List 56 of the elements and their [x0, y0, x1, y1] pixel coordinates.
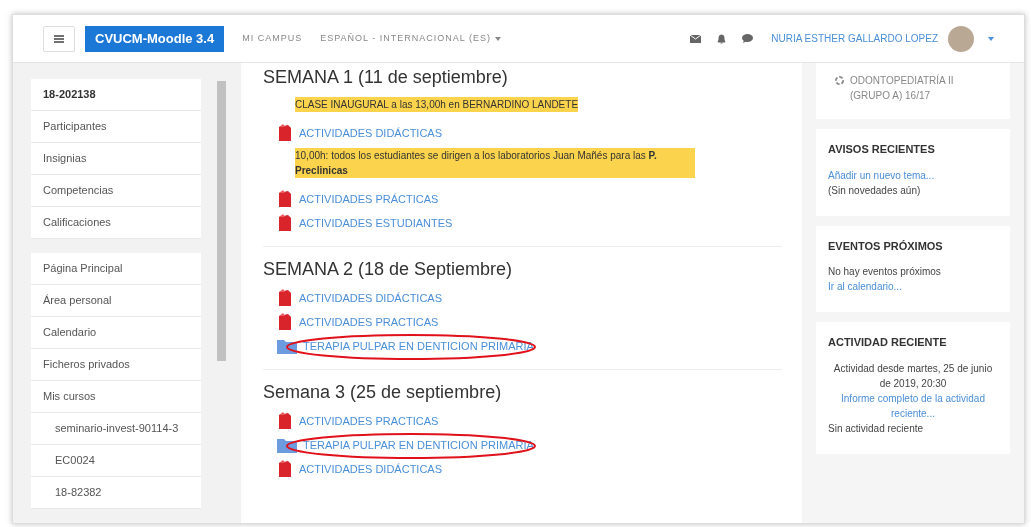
nav-link[interactable]: MI CAMPUS: [242, 31, 303, 46]
brand-link[interactable]: CVUCM-Moodle 3.4: [85, 25, 225, 52]
bell-icon[interactable]: [717, 33, 727, 44]
sidebar-item[interactable]: Calendario: [31, 317, 201, 349]
pdf-file-icon: [277, 190, 293, 208]
activity-link[interactable]: ACTIVIDADES PRÁCTICAS: [299, 190, 439, 208]
block-text: Actividad desde martes, 25 de junio de 2019, 20:30: [832, 361, 994, 391]
activity-link[interactable]: ACTIVIDADES PRACTICAS: [299, 313, 439, 331]
sidebar-item[interactable]: 18-202138: [31, 79, 201, 111]
sidebar-item[interactable]: Página Principal: [31, 253, 201, 285]
sidebar-item[interactable]: 18-82382: [31, 477, 201, 509]
activity-link[interactable]: ACTIVIDADES ESTUDIANTES: [299, 214, 453, 232]
pdf-file-icon: [277, 460, 293, 478]
caret-icon[interactable]: [988, 36, 994, 41]
sidebar-item[interactable]: Participantes: [31, 111, 201, 143]
menu-button[interactable]: [43, 25, 75, 52]
section-title: SEMANA 2 (18 de Septiembre): [263, 258, 514, 281]
course-link[interactable]: ODONTOPEDIATRÍA II (GRUPO A) 16/17: [850, 73, 980, 103]
block-text: Sin actividad reciente: [828, 421, 925, 436]
sidebar-item[interactable]: Ficheros privados: [31, 349, 201, 381]
sidebar-item[interactable]: Insignias: [31, 143, 201, 175]
pdf-file-icon: [277, 313, 293, 331]
block-text: (Sin novedades aún): [828, 183, 922, 198]
caret-icon: [494, 36, 501, 41]
pdf-file-icon: [277, 412, 293, 430]
sidebar-item[interactable]: Competencias: [31, 175, 201, 207]
sidebar-item[interactable]: Mis cursos: [31, 381, 201, 413]
nav-link[interactable]: ESPAÑOL - INTERNACIONAL (ES): [320, 31, 501, 46]
block-title: EVENTOS PRÓXIMOS: [828, 238, 944, 254]
activity-link[interactable]: ACTIVIDADES DIDÁCTICAS: [299, 460, 443, 478]
menu-icon: [54, 34, 64, 43]
sidebar-item[interactable]: EC0024: [31, 445, 201, 477]
block-link[interactable]: Añadir un nuevo tema...: [828, 167, 998, 183]
sidebar-item[interactable]: Área personal: [31, 285, 201, 317]
section-title: SEMANA 1 (11 de septiembre): [263, 66, 509, 89]
sidebar-item[interactable]: seminario-invest-90114-3: [31, 413, 201, 445]
pdf-file-icon: [277, 289, 293, 307]
section-title: Semana 3 (25 de septiembre): [263, 381, 503, 404]
activity-link[interactable]: ACTIVIDADES DIDÁCTICAS: [299, 124, 443, 142]
block-title: AVISOS RECIENTES: [828, 142, 936, 157]
block-title: ACTIVIDAD RECIENTE: [828, 335, 948, 350]
highlighted-note: 10,00h: todos los estudiantes se dirigen a los laboratorios Juan Mañés para las P. Preclinicas: [295, 148, 695, 178]
sidebar-item[interactable]: Calificaciones: [31, 207, 201, 239]
block-link[interactable]: Ir al calendario...: [828, 279, 998, 294]
group-icon: [834, 75, 845, 86]
user-name-link[interactable]: NURIA ESTHER GALLARDO LOPEZ: [771, 31, 938, 46]
pdf-file-icon: [277, 124, 293, 142]
block-text: No hay eventos próximos: [828, 265, 942, 279]
chat-icon[interactable]: [742, 34, 754, 43]
activity-link[interactable]: ACTIVIDADES PRACTICAS: [299, 412, 439, 430]
activity-link[interactable]: ACTIVIDADES DIDÁCTICAS: [299, 289, 443, 307]
highlighted-note: CLASE INAUGURAL a las 13,00h en BERNARDINO LANDETE: [295, 97, 579, 112]
block-link[interactable]: Informe completo de la actividad reciente...: [828, 390, 998, 421]
pdf-file-icon: [277, 214, 293, 232]
mail-icon[interactable]: [690, 34, 702, 43]
scrollbar[interactable]: [217, 81, 226, 361]
